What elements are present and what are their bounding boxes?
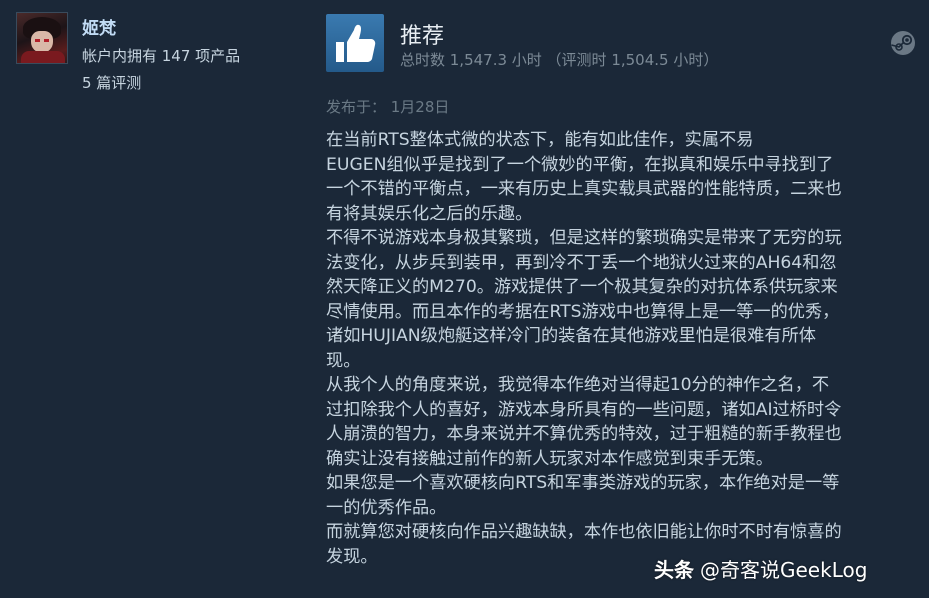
review-line: 诸如HUJIAN级炮艇这样冷门的装备在其他游戏里怕是很难有所体: [326, 326, 816, 346]
review-verdict[interactable]: 推荐: [400, 18, 444, 50]
watermark-handle: @奇客说GeekLog: [700, 558, 868, 582]
watermark-brand: 头条: [654, 558, 694, 582]
posted-date: 发布于： 1月28日: [326, 98, 450, 116]
review-line: 而就算您对硬核向作品兴趣缺缺，本作也依旧能让你时不时有惊喜的: [326, 522, 842, 542]
username[interactable]: 姬梵: [82, 14, 116, 39]
steam-logo-icon: [890, 30, 916, 56]
review-line: 确实让没有接触过前作的新人玩家对本作感觉到束手无策。: [326, 448, 773, 469]
playtime-hours: 总时数 1,547.3 小时 （评测时 1,504.5 小时）: [400, 51, 719, 69]
review-line: 有将其娱乐化之后的乐趣。: [326, 203, 533, 224]
review-line: 一个不错的平衡点，一来有历史上真实载具武器的性能特质，二来也: [326, 179, 842, 199]
review-line: 在当前RTS整体式微的状态下，能有如此佳作，实属不易: [326, 130, 754, 150]
review-line: 从我个人的角度来说，我觉得本作绝对当得起10分的神作之名，不: [326, 375, 830, 395]
review-line: 尽情使用。而且本作的考据在RTS游戏中也算得上是一等一的优秀，: [326, 301, 840, 322]
thumbs-up-icon: [326, 14, 384, 72]
avatar[interactable]: [16, 12, 68, 64]
review-line: 不得不说游戏本身极其繁琐，但是这样的繁琐确实是带来了无穷的玩: [326, 228, 842, 248]
review-line: 人崩溃的智力，本身来说并不算优秀的特效，过于粗糙的新手教程也: [326, 424, 842, 444]
review-line: EUGEN组似乎是找到了一个微妙的平衡，在拟真和娱乐中寻找到了: [326, 154, 834, 175]
review-line: 一的优秀作品。: [326, 497, 447, 518]
review-line: 过扣除我个人的喜好，游戏本身所具有的一些问题，诸如AI过桥时令: [326, 399, 842, 420]
review-count[interactable]: 5 篇评测: [82, 72, 141, 93]
review-line: 现。: [326, 350, 361, 371]
review-line: 如果您是一个喜欢硬核向RTS和军事类游戏的玩家，本作绝对是一等: [326, 473, 840, 493]
products-owned[interactable]: 帐户内拥有 147 项产品: [82, 45, 240, 66]
review-line: 然天降正义的M270。游戏提供了一个极其复杂的对抗体系供玩家来: [326, 277, 838, 297]
review-line: 法变化，从步兵到装甲，再到冷不丁丢一个地狱火过来的AH64和忽: [326, 252, 837, 273]
watermark: 头条 @奇客说GeekLog: [654, 554, 867, 583]
review-body: 在当前RTS整体式微的状态下，能有如此佳作，实属不易 EUGEN组似乎是找到了一…: [326, 128, 921, 569]
